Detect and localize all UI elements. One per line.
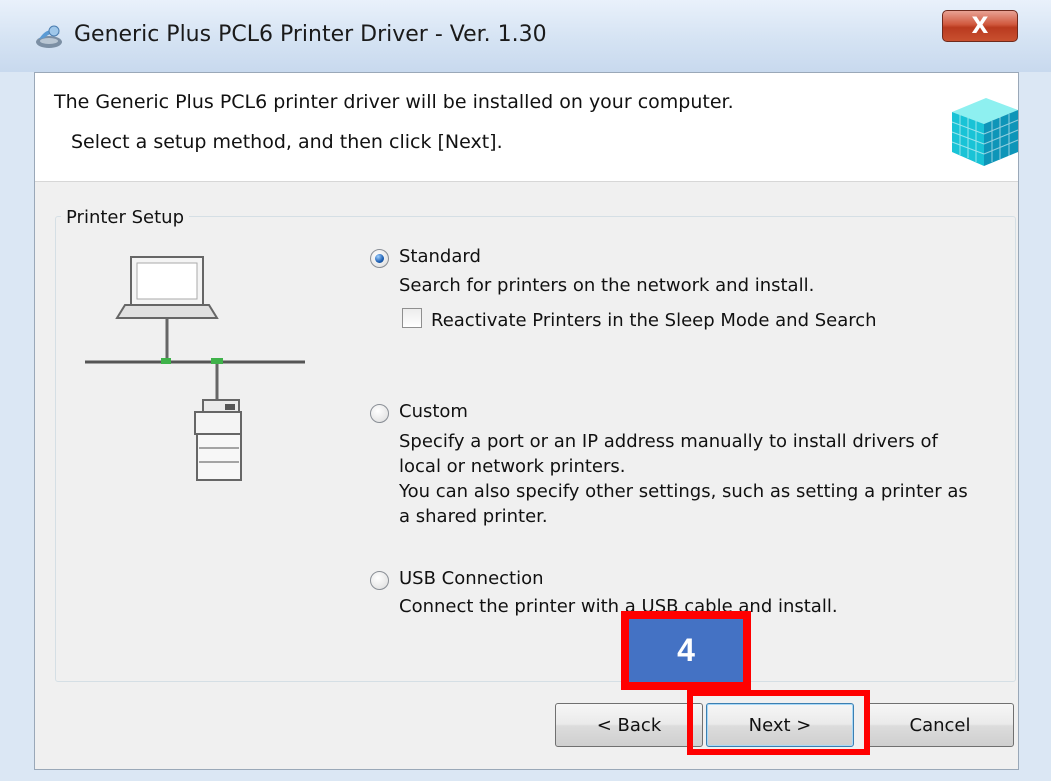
title-bar[interactable]: Generic Plus PCL6 Printer Driver - Ver. … <box>0 0 1051 72</box>
custom-description-line4: a shared printer. <box>399 506 548 527</box>
usb-label[interactable]: USB Connection <box>399 568 544 589</box>
step-number-badge: 4 <box>621 611 751 690</box>
header-instruction: The Generic Plus PCL6 printer driver wil… <box>54 91 734 113</box>
dialog-body: Printer Setup Standard Search for printe… <box>35 182 1018 769</box>
custom-description-line1: Specify a port or an IP address manually… <box>399 431 938 452</box>
standard-label[interactable]: Standard <box>399 246 481 267</box>
step-number: 4 <box>629 619 743 682</box>
custom-description-line2: local or network printers. <box>399 456 626 477</box>
standard-radio[interactable] <box>370 249 389 268</box>
printer-icon <box>194 399 242 481</box>
next-button-highlight <box>687 690 870 755</box>
close-button[interactable]: X <box>942 10 1018 42</box>
custom-radio[interactable] <box>370 404 389 423</box>
cancel-button[interactable]: Cancel <box>866 703 1014 747</box>
standard-description: Search for printers on the network and i… <box>399 275 815 296</box>
network-printer-illustration <box>85 256 305 481</box>
reactivate-sleep-label[interactable]: Reactivate Printers in the Sleep Mode an… <box>431 308 877 333</box>
header-subinstruction: Select a setup method, and then click [N… <box>71 131 503 153</box>
custom-label[interactable]: Custom <box>399 401 468 422</box>
driver-cube-icon <box>951 98 1019 166</box>
close-icon: X <box>971 13 989 39</box>
reactivate-sleep-checkbox[interactable] <box>402 308 422 328</box>
custom-description-line3: You can also specify other settings, suc… <box>399 481 968 502</box>
installer-app-icon <box>36 25 62 48</box>
dialog-header: The Generic Plus PCL6 printer driver wil… <box>35 73 1019 182</box>
back-button[interactable]: < Back <box>555 703 703 747</box>
installer-window: Generic Plus PCL6 Printer Driver - Ver. … <box>0 0 1051 781</box>
window-title: Generic Plus PCL6 Printer Driver - Ver. … <box>74 22 547 47</box>
usb-description: Connect the printer with a USB cable and… <box>399 596 838 617</box>
printer-setup-label: Printer Setup <box>61 207 189 228</box>
laptop-icon <box>115 256 219 319</box>
usb-radio[interactable] <box>370 571 389 590</box>
dialog-content: The Generic Plus PCL6 printer driver wil… <box>34 72 1019 770</box>
